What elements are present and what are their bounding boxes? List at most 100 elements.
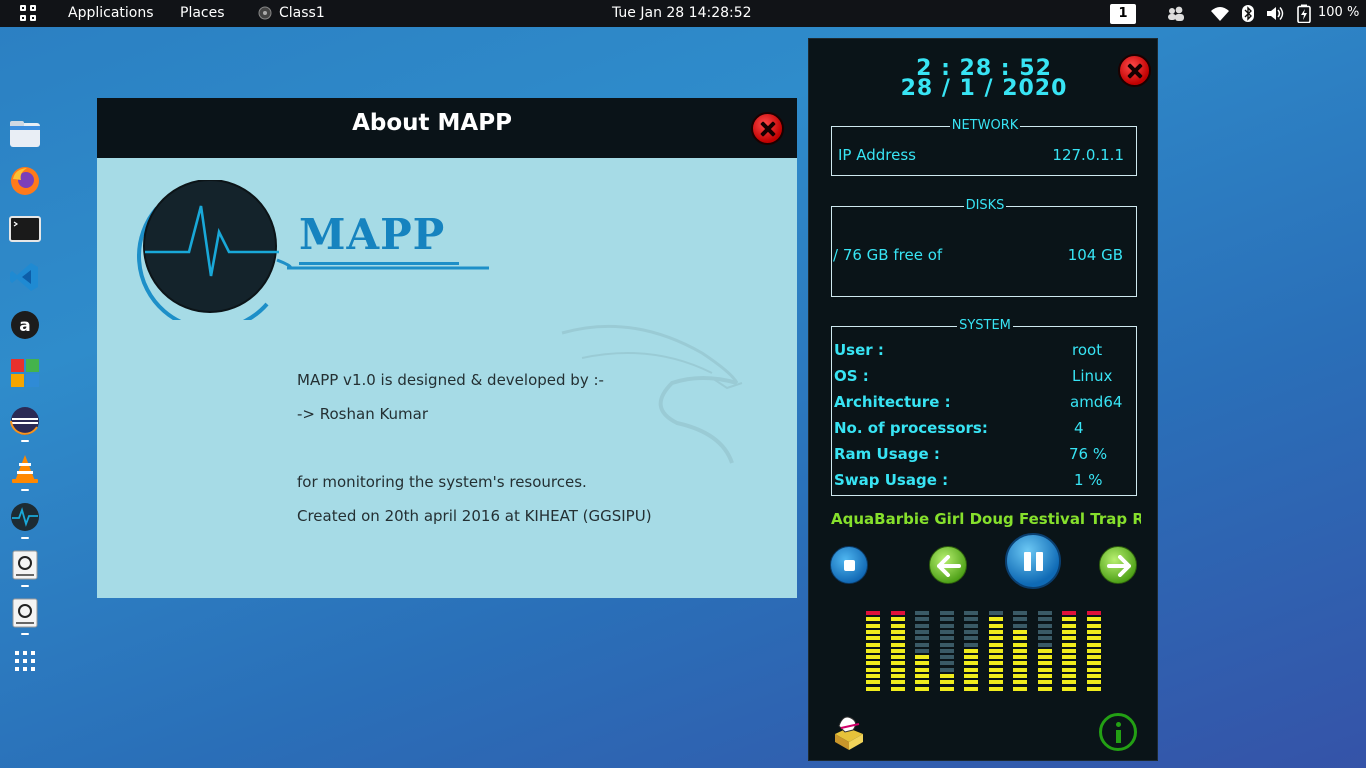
equalizer-segment bbox=[915, 686, 929, 691]
equalizer-segment bbox=[866, 674, 880, 678]
equalizer-segment bbox=[1037, 611, 1052, 615]
equalizer-segment bbox=[1037, 661, 1052, 666]
amazon-icon[interactable]: a bbox=[9, 309, 41, 341]
applications-menu[interactable]: Applications bbox=[68, 5, 154, 21]
network-legend: NETWORK bbox=[949, 118, 1021, 133]
battery-icon[interactable] bbox=[1297, 4, 1311, 24]
show-apps-icon[interactable] bbox=[9, 645, 41, 677]
equalizer-segment bbox=[1062, 680, 1076, 685]
equalizer-segment bbox=[988, 661, 1003, 666]
activities-icon[interactable] bbox=[20, 5, 38, 23]
info-button[interactable] bbox=[1099, 713, 1137, 751]
equalizer-segment bbox=[1062, 642, 1076, 647]
equalizer-segment bbox=[866, 617, 880, 622]
equalizer-segment bbox=[1037, 629, 1052, 634]
equalizer-segment bbox=[915, 617, 929, 622]
equalizer-segment bbox=[1013, 636, 1027, 641]
equalizer-segment bbox=[1062, 617, 1076, 622]
office-icon[interactable] bbox=[9, 357, 41, 389]
equalizer-segment bbox=[939, 617, 954, 622]
system-row-value: root bbox=[1072, 341, 1103, 359]
equalizer-segment bbox=[1037, 617, 1052, 622]
workspace-indicator[interactable]: 1 bbox=[1110, 4, 1136, 24]
top-clock[interactable]: Tue Jan 28 14:28:52 bbox=[612, 5, 752, 21]
equalizer-segment bbox=[890, 636, 905, 641]
equalizer-segment bbox=[1062, 667, 1076, 672]
info-icon bbox=[1116, 722, 1121, 727]
equalizer-segment bbox=[866, 636, 880, 641]
about-close-button[interactable] bbox=[751, 112, 784, 145]
equalizer-segment bbox=[1013, 617, 1027, 622]
equalizer-bar bbox=[1013, 611, 1027, 693]
system-panel: SYSTEM User : root OS : Linux Architectu… bbox=[831, 318, 1138, 496]
equalizer-segment bbox=[915, 629, 929, 634]
logo-text: MAPP bbox=[299, 210, 446, 259]
equalizer-segment bbox=[890, 686, 905, 691]
system-row-label: Ram Usage : bbox=[834, 445, 940, 463]
stop-button[interactable] bbox=[830, 546, 868, 584]
running-indicator bbox=[21, 537, 29, 539]
bluetooth-icon[interactable] bbox=[1241, 4, 1255, 23]
equalizer-segment bbox=[890, 617, 905, 622]
system-row-label: No. of processors: bbox=[834, 419, 988, 437]
disks-legend: DISKS bbox=[963, 198, 1007, 213]
system-row-value: 1 % bbox=[1074, 471, 1103, 489]
equalizer-segment bbox=[1013, 686, 1027, 691]
equalizer-segment bbox=[1062, 629, 1076, 634]
drive-icon[interactable] bbox=[9, 597, 41, 629]
equalizer-segment bbox=[890, 623, 905, 628]
mapp-logo: MAPP bbox=[127, 179, 497, 331]
firefox-icon[interactable] bbox=[9, 165, 41, 197]
equalizer-segment bbox=[866, 655, 880, 660]
people-icon[interactable] bbox=[1166, 4, 1186, 23]
equalizer-segment bbox=[1086, 623, 1101, 628]
system-row-value: 4 bbox=[1074, 419, 1084, 437]
places-menu[interactable]: Places bbox=[180, 5, 225, 21]
equalizer-segment bbox=[939, 642, 954, 647]
equalizer-segment bbox=[988, 686, 1003, 691]
files-icon[interactable] bbox=[9, 118, 41, 150]
wifi-icon[interactable] bbox=[1210, 4, 1230, 23]
pause-icon bbox=[1024, 552, 1031, 571]
vscode-icon[interactable] bbox=[9, 261, 41, 293]
equalizer-segment bbox=[1062, 686, 1076, 691]
equalizer-segment bbox=[866, 648, 880, 653]
about-line-created: Created on 20th april 2016 at KIHEAT (GG… bbox=[297, 507, 652, 525]
mapp-icon[interactable] bbox=[9, 501, 41, 533]
equalizer-segment bbox=[866, 623, 880, 628]
equalizer-bar bbox=[939, 611, 954, 693]
equalizer-segment bbox=[1062, 674, 1076, 678]
next-button[interactable] bbox=[1099, 546, 1137, 584]
equalizer-segment bbox=[890, 655, 905, 660]
equalizer-segment bbox=[1062, 648, 1076, 653]
equalizer-segment bbox=[1086, 686, 1101, 691]
terminal-icon[interactable] bbox=[9, 213, 41, 245]
vlc-icon[interactable] bbox=[9, 453, 41, 485]
eclipse-icon[interactable] bbox=[9, 405, 41, 437]
equalizer-segment bbox=[866, 680, 880, 685]
package-icon[interactable] bbox=[829, 712, 867, 752]
system-row-user: User : root bbox=[832, 341, 1138, 361]
equalizer-segment bbox=[866, 661, 880, 666]
previous-button[interactable] bbox=[929, 546, 967, 584]
equalizer-segment bbox=[1013, 655, 1027, 660]
drive-icon[interactable] bbox=[9, 549, 41, 581]
equalizer-segment bbox=[915, 674, 929, 678]
system-legend: SYSTEM bbox=[957, 318, 1013, 333]
equalizer-segment bbox=[1037, 636, 1052, 641]
equalizer-segment bbox=[964, 629, 978, 634]
equalizer-segment bbox=[1013, 680, 1027, 685]
battery-percent[interactable]: 100 % bbox=[1318, 5, 1359, 20]
running-indicator bbox=[21, 489, 29, 491]
equalizer-segment bbox=[1013, 642, 1027, 647]
volume-icon[interactable] bbox=[1266, 4, 1284, 23]
equalizer-segment bbox=[1013, 623, 1027, 628]
active-app-menu[interactable]: Class1 bbox=[279, 5, 325, 21]
about-titlebar[interactable]: About MAPP bbox=[97, 98, 797, 158]
pause-button[interactable] bbox=[1005, 533, 1061, 589]
top-bar: Applications Places Class1 Tue Jan 28 14… bbox=[0, 0, 1366, 27]
equalizer-segment bbox=[964, 611, 978, 615]
ip-label: IP Address bbox=[838, 146, 916, 164]
widget-close-button[interactable] bbox=[1118, 54, 1151, 87]
equalizer-segment bbox=[915, 642, 929, 647]
